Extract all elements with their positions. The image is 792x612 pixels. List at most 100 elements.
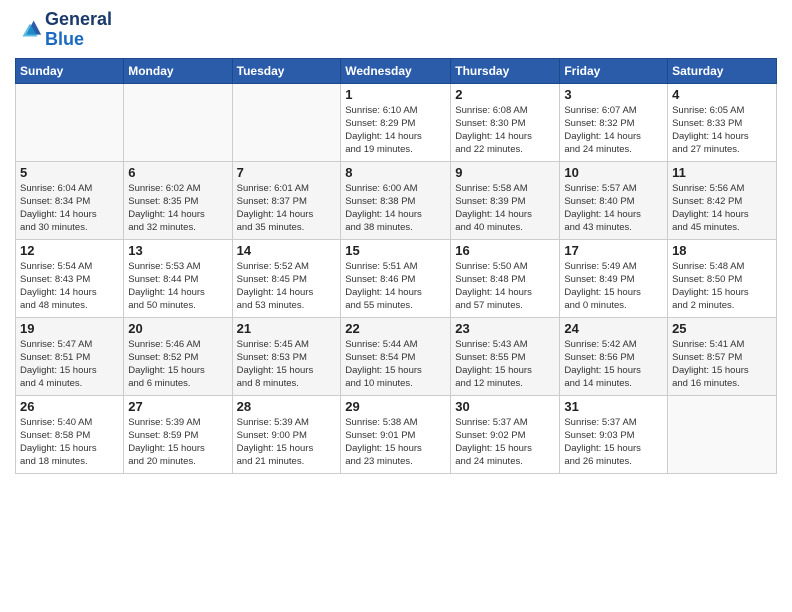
day-number: 30	[455, 399, 555, 414]
day-number: 7	[237, 165, 337, 180]
day-info: Sunrise: 5:58 AMSunset: 8:39 PMDaylight:…	[455, 182, 555, 235]
weekday-header-tuesday: Tuesday	[232, 58, 341, 83]
calendar-day-empty	[124, 83, 232, 161]
day-info: Sunrise: 6:05 AMSunset: 8:33 PMDaylight:…	[672, 104, 772, 157]
day-info: Sunrise: 5:45 AMSunset: 8:53 PMDaylight:…	[237, 338, 337, 391]
day-info: Sunrise: 6:00 AMSunset: 8:38 PMDaylight:…	[345, 182, 446, 235]
calendar-day-empty	[16, 83, 124, 161]
day-number: 6	[128, 165, 227, 180]
calendar-day-3: 3 Sunrise: 6:07 AMSunset: 8:32 PMDaylight…	[560, 83, 668, 161]
calendar-header: SundayMondayTuesdayWednesdayThursdayFrid…	[16, 58, 777, 83]
day-info: Sunrise: 6:10 AMSunset: 8:29 PMDaylight:…	[345, 104, 446, 157]
calendar-day-26: 26 Sunrise: 5:40 AMSunset: 8:58 PMDayligh…	[16, 395, 124, 473]
day-number: 14	[237, 243, 337, 258]
calendar-day-16: 16 Sunrise: 5:50 AMSunset: 8:48 PMDayligh…	[451, 239, 560, 317]
weekday-header-row: SundayMondayTuesdayWednesdayThursdayFrid…	[16, 58, 777, 83]
day-info: Sunrise: 5:40 AMSunset: 8:58 PMDaylight:…	[20, 416, 119, 469]
day-number: 5	[20, 165, 119, 180]
calendar-day-2: 2 Sunrise: 6:08 AMSunset: 8:30 PMDaylight…	[451, 83, 560, 161]
day-info: Sunrise: 5:57 AMSunset: 8:40 PMDaylight:…	[564, 182, 663, 235]
calendar-day-20: 20 Sunrise: 5:46 AMSunset: 8:52 PMDayligh…	[124, 317, 232, 395]
day-number: 28	[237, 399, 337, 414]
calendar-day-13: 13 Sunrise: 5:53 AMSunset: 8:44 PMDayligh…	[124, 239, 232, 317]
page: General Blue SundayMondayTuesdayWednesda…	[0, 0, 792, 612]
day-number: 13	[128, 243, 227, 258]
calendar-week-row: 26 Sunrise: 5:40 AMSunset: 8:58 PMDayligh…	[16, 395, 777, 473]
day-number: 9	[455, 165, 555, 180]
day-info: Sunrise: 5:39 AMSunset: 8:59 PMDaylight:…	[128, 416, 227, 469]
day-info: Sunrise: 5:51 AMSunset: 8:46 PMDaylight:…	[345, 260, 446, 313]
calendar-day-8: 8 Sunrise: 6:00 AMSunset: 8:38 PMDaylight…	[341, 161, 451, 239]
calendar-day-17: 17 Sunrise: 5:49 AMSunset: 8:49 PMDayligh…	[560, 239, 668, 317]
day-number: 3	[564, 87, 663, 102]
day-info: Sunrise: 5:50 AMSunset: 8:48 PMDaylight:…	[455, 260, 555, 313]
calendar-day-18: 18 Sunrise: 5:48 AMSunset: 8:50 PMDayligh…	[668, 239, 777, 317]
calendar-week-row: 1 Sunrise: 6:10 AMSunset: 8:29 PMDaylight…	[16, 83, 777, 161]
calendar-week-row: 12 Sunrise: 5:54 AMSunset: 8:43 PMDayligh…	[16, 239, 777, 317]
day-info: Sunrise: 5:44 AMSunset: 8:54 PMDaylight:…	[345, 338, 446, 391]
calendar-day-15: 15 Sunrise: 5:51 AMSunset: 8:46 PMDayligh…	[341, 239, 451, 317]
logo-icon	[15, 16, 43, 44]
weekday-header-wednesday: Wednesday	[341, 58, 451, 83]
day-info: Sunrise: 5:49 AMSunset: 8:49 PMDaylight:…	[564, 260, 663, 313]
calendar-day-29: 29 Sunrise: 5:38 AMSunset: 9:01 PMDayligh…	[341, 395, 451, 473]
day-info: Sunrise: 5:54 AMSunset: 8:43 PMDaylight:…	[20, 260, 119, 313]
day-info: Sunrise: 5:46 AMSunset: 8:52 PMDaylight:…	[128, 338, 227, 391]
day-number: 23	[455, 321, 555, 336]
calendar-day-7: 7 Sunrise: 6:01 AMSunset: 8:37 PMDaylight…	[232, 161, 341, 239]
day-info: Sunrise: 5:43 AMSunset: 8:55 PMDaylight:…	[455, 338, 555, 391]
day-info: Sunrise: 6:07 AMSunset: 8:32 PMDaylight:…	[564, 104, 663, 157]
day-number: 31	[564, 399, 663, 414]
day-info: Sunrise: 5:37 AMSunset: 9:03 PMDaylight:…	[564, 416, 663, 469]
day-number: 12	[20, 243, 119, 258]
calendar-week-row: 5 Sunrise: 6:04 AMSunset: 8:34 PMDaylight…	[16, 161, 777, 239]
calendar-body: 1 Sunrise: 6:10 AMSunset: 8:29 PMDaylight…	[16, 83, 777, 473]
day-info: Sunrise: 6:01 AMSunset: 8:37 PMDaylight:…	[237, 182, 337, 235]
calendar-day-11: 11Sunrise: 5:56 AMSunset: 8:42 PMDayligh…	[668, 161, 777, 239]
calendar-day-12: 12 Sunrise: 5:54 AMSunset: 8:43 PMDayligh…	[16, 239, 124, 317]
day-info: Sunrise: 5:38 AMSunset: 9:01 PMDaylight:…	[345, 416, 446, 469]
calendar-day-1: 1 Sunrise: 6:10 AMSunset: 8:29 PMDaylight…	[341, 83, 451, 161]
day-info: Sunrise: 5:53 AMSunset: 8:44 PMDaylight:…	[128, 260, 227, 313]
day-number: 11	[672, 165, 772, 180]
calendar-day-25: 25Sunrise: 5:41 AMSunset: 8:57 PMDayligh…	[668, 317, 777, 395]
calendar-week-row: 19Sunrise: 5:47 AMSunset: 8:51 PMDayligh…	[16, 317, 777, 395]
day-info: Sunrise: 6:08 AMSunset: 8:30 PMDaylight:…	[455, 104, 555, 157]
calendar-day-9: 9 Sunrise: 5:58 AMSunset: 8:39 PMDaylight…	[451, 161, 560, 239]
day-info: Sunrise: 5:52 AMSunset: 8:45 PMDaylight:…	[237, 260, 337, 313]
day-number: 20	[128, 321, 227, 336]
day-number: 1	[345, 87, 446, 102]
day-number: 24	[564, 321, 663, 336]
day-info: Sunrise: 5:42 AMSunset: 8:56 PMDaylight:…	[564, 338, 663, 391]
logo-line2: Blue	[45, 30, 112, 50]
logo-text: General Blue	[45, 10, 112, 50]
calendar-table: SundayMondayTuesdayWednesdayThursdayFrid…	[15, 58, 777, 474]
weekday-header-sunday: Sunday	[16, 58, 124, 83]
logo-line1: General	[45, 10, 112, 30]
day-number: 2	[455, 87, 555, 102]
day-number: 18	[672, 243, 772, 258]
calendar-day-21: 21Sunrise: 5:45 AMSunset: 8:53 PMDayligh…	[232, 317, 341, 395]
day-info: Sunrise: 6:04 AMSunset: 8:34 PMDaylight:…	[20, 182, 119, 235]
weekday-header-saturday: Saturday	[668, 58, 777, 83]
calendar-day-6: 6 Sunrise: 6:02 AMSunset: 8:35 PMDaylight…	[124, 161, 232, 239]
day-info: Sunrise: 5:48 AMSunset: 8:50 PMDaylight:…	[672, 260, 772, 313]
day-number: 26	[20, 399, 119, 414]
day-number: 17	[564, 243, 663, 258]
logo: General Blue	[15, 10, 112, 50]
day-info: Sunrise: 5:47 AMSunset: 8:51 PMDaylight:…	[20, 338, 119, 391]
weekday-header-thursday: Thursday	[451, 58, 560, 83]
day-info: Sunrise: 5:41 AMSunset: 8:57 PMDaylight:…	[672, 338, 772, 391]
day-number: 15	[345, 243, 446, 258]
calendar-day-23: 23 Sunrise: 5:43 AMSunset: 8:55 PMDayligh…	[451, 317, 560, 395]
day-info: Sunrise: 5:39 AMSunset: 9:00 PMDaylight:…	[237, 416, 337, 469]
day-number: 8	[345, 165, 446, 180]
day-number: 16	[455, 243, 555, 258]
calendar-day-30: 30Sunrise: 5:37 AMSunset: 9:02 PMDayligh…	[451, 395, 560, 473]
calendar-day-5: 5 Sunrise: 6:04 AMSunset: 8:34 PMDaylight…	[16, 161, 124, 239]
calendar-day-31: 31 Sunrise: 5:37 AMSunset: 9:03 PMDayligh…	[560, 395, 668, 473]
day-number: 10	[564, 165, 663, 180]
day-number: 29	[345, 399, 446, 414]
weekday-header-monday: Monday	[124, 58, 232, 83]
day-info: Sunrise: 6:02 AMSunset: 8:35 PMDaylight:…	[128, 182, 227, 235]
